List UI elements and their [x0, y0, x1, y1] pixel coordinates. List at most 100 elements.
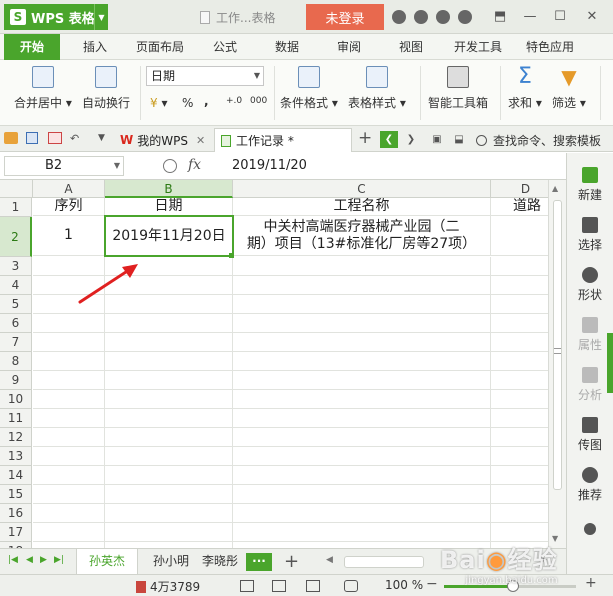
formula-input[interactable]: 2019/11/20	[222, 156, 562, 176]
empty-cell[interactable]	[33, 333, 105, 352]
sum-button[interactable]: Σ 求和 ▾	[508, 66, 542, 111]
print-preview-icon[interactable]	[48, 132, 62, 144]
empty-cell[interactable]	[33, 257, 105, 276]
empty-cell[interactable]	[491, 447, 548, 466]
row-header[interactable]: 3	[0, 257, 32, 276]
page-break-view-icon[interactable]	[272, 580, 286, 592]
cell-c1[interactable]: 工程名称	[233, 198, 491, 216]
empty-cell[interactable]	[105, 257, 233, 276]
cell-b2[interactable]: 2019年11月20日	[104, 215, 234, 257]
rp-select-button[interactable]: 选择	[567, 217, 613, 253]
row-header[interactable]: 11	[0, 409, 32, 428]
empty-cell[interactable]	[105, 276, 233, 295]
tab-review[interactable]: 审阅	[324, 34, 374, 60]
empty-cell[interactable]	[233, 504, 491, 523]
tab-developer[interactable]: 开发工具	[446, 34, 510, 60]
empty-cell[interactable]	[491, 333, 548, 352]
empty-cell[interactable]	[233, 447, 491, 466]
empty-cell[interactable]	[491, 485, 548, 504]
window-mode-icon[interactable]: ⬒	[490, 6, 510, 26]
row-header[interactable]: 5	[0, 295, 32, 314]
row-header[interactable]: 13	[0, 447, 32, 466]
row-header[interactable]: 15	[0, 485, 32, 504]
empty-cell[interactable]	[105, 314, 233, 333]
horizontal-scroll-thumb[interactable]	[344, 556, 424, 568]
fill-handle[interactable]	[229, 253, 234, 258]
tab-data[interactable]: 数据	[262, 34, 312, 60]
scroll-left-icon[interactable]: ◀	[326, 555, 333, 565]
empty-cell[interactable]	[105, 447, 233, 466]
rp-share-button[interactable]	[567, 523, 613, 538]
tab-work-record[interactable]: 工作记录 *	[214, 128, 352, 152]
cell-d1[interactable]: 道路	[491, 198, 548, 216]
cell-c2[interactable]: 中关村高端医疗器械产业园（二 期）项目（13#标准化厂房等27项）	[233, 216, 491, 256]
empty-cell[interactable]	[233, 333, 491, 352]
row-header[interactable]: 1	[0, 198, 32, 217]
row-header[interactable]: 2	[0, 217, 32, 257]
login-button[interactable]: 未登录	[306, 4, 384, 30]
empty-cell[interactable]	[491, 409, 548, 428]
cell-d2[interactable]	[491, 216, 548, 256]
empty-cell[interactable]	[105, 466, 233, 485]
row-header[interactable]: 8	[0, 352, 32, 371]
prev-sheet-icon[interactable]: ◀	[26, 555, 33, 565]
zoom-in-icon[interactable]: +	[585, 575, 597, 591]
empty-cell[interactable]	[233, 314, 491, 333]
normal-view-icon[interactable]	[240, 580, 254, 592]
cell-a2[interactable]: 1	[33, 216, 105, 256]
percent-button[interactable]: %	[182, 96, 193, 110]
thousands-separator-button[interactable]: ,	[204, 94, 209, 108]
empty-cell[interactable]	[233, 295, 491, 314]
empty-cell[interactable]	[33, 523, 105, 542]
empty-cell[interactable]	[105, 504, 233, 523]
row-header[interactable]: 6	[0, 314, 32, 333]
close-icon[interactable]: ✕	[196, 134, 205, 147]
empty-cell[interactable]	[233, 257, 491, 276]
vertical-scroll-thumb[interactable]	[553, 200, 562, 490]
empty-cell[interactable]	[491, 390, 548, 409]
row-header[interactable]: 4	[0, 276, 32, 295]
zoom-search-icon[interactable]	[163, 159, 177, 173]
empty-cell[interactable]	[105, 371, 233, 390]
empty-cell[interactable]	[491, 466, 548, 485]
empty-cell[interactable]	[491, 295, 548, 314]
currency-format-button[interactable]: ¥ ▾	[150, 96, 167, 110]
open-folder-icon[interactable]	[4, 132, 18, 144]
minimize-icon[interactable]: —	[520, 6, 540, 26]
empty-cell[interactable]	[33, 314, 105, 333]
decrease-decimal-button[interactable]: 000	[250, 96, 267, 106]
rp-new-button[interactable]: 新建	[567, 167, 613, 203]
add-sheet-button[interactable]: +	[284, 551, 299, 572]
empty-cell[interactable]	[233, 352, 491, 371]
empty-cell[interactable]	[33, 485, 105, 504]
panel-collapse-handle[interactable]	[607, 333, 613, 393]
fullscreen-icon[interactable]: ⬓	[450, 131, 468, 148]
smart-toolbox-button[interactable]: 智能工具箱	[428, 66, 488, 111]
scroll-up-icon[interactable]: ▲	[552, 184, 558, 193]
empty-cell[interactable]	[33, 428, 105, 447]
vertical-scrollbar[interactable]: ▲ ▼	[548, 180, 566, 548]
empty-cell[interactable]	[233, 466, 491, 485]
empty-cell[interactable]	[491, 352, 548, 371]
conditional-format-button[interactable]: 条件格式 ▾	[280, 66, 338, 111]
help-icon[interactable]	[458, 10, 472, 24]
empty-cell[interactable]	[105, 409, 233, 428]
sheet-tab[interactable]: 孙小明	[142, 549, 200, 574]
cell-a1[interactable]: 序列	[33, 198, 105, 216]
empty-cell[interactable]	[491, 504, 548, 523]
row-header[interactable]: 9	[0, 371, 32, 390]
rp-send-image-button[interactable]: 传图	[567, 417, 613, 453]
tab-special[interactable]: 特色应用	[518, 34, 582, 60]
feedback-icon[interactable]	[436, 10, 450, 24]
row-header[interactable]: 17	[0, 523, 32, 542]
number-format-select[interactable]: 日期 ▼	[146, 66, 264, 86]
empty-cell[interactable]	[33, 466, 105, 485]
reading-mode-icon[interactable]	[344, 580, 358, 592]
empty-cell[interactable]	[491, 371, 548, 390]
skin-icon[interactable]	[392, 10, 406, 24]
column-header-d[interactable]: D	[491, 180, 548, 198]
save-icon[interactable]	[26, 132, 38, 144]
empty-cell[interactable]	[491, 257, 548, 276]
empty-cell[interactable]	[491, 428, 548, 447]
empty-cell[interactable]	[105, 485, 233, 504]
